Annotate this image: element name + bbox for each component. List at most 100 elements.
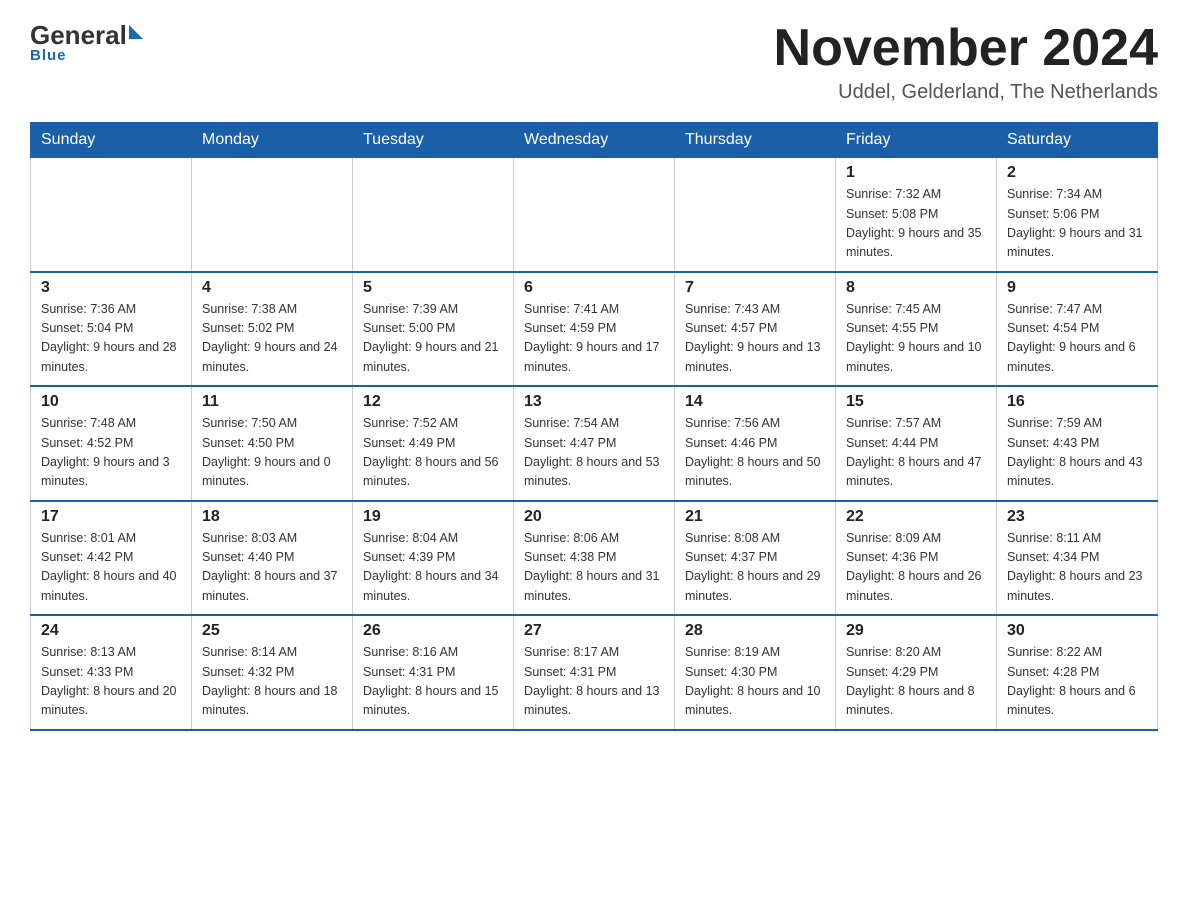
day-info: Sunrise: 7:41 AM Sunset: 4:59 PM Dayligh… — [524, 300, 664, 378]
day-number: 20 — [524, 508, 664, 526]
day-info: Sunrise: 7:32 AM Sunset: 5:08 PM Dayligh… — [846, 185, 986, 263]
calendar-cell: 27 Sunrise: 8:17 AM Sunset: 4:31 PM Dayli… — [514, 615, 675, 730]
calendar-cell — [353, 158, 514, 272]
calendar-cell: 3 Sunrise: 7:36 AM Sunset: 5:04 PM Daylig… — [31, 272, 192, 387]
day-info: Sunrise: 7:38 AM Sunset: 5:02 PM Dayligh… — [202, 300, 342, 378]
calendar-cell — [514, 158, 675, 272]
calendar-day-header: Wednesday — [514, 123, 675, 158]
calendar-cell: 6 Sunrise: 7:41 AM Sunset: 4:59 PM Daylig… — [514, 272, 675, 387]
day-info: Sunrise: 8:13 AM Sunset: 4:33 PM Dayligh… — [41, 643, 181, 721]
calendar-cell: 17 Sunrise: 8:01 AM Sunset: 4:42 PM Dayli… — [31, 501, 192, 616]
calendar-cell: 20 Sunrise: 8:06 AM Sunset: 4:38 PM Dayli… — [514, 501, 675, 616]
calendar-day-header: Friday — [836, 123, 997, 158]
logo: General Blue — [30, 20, 143, 64]
day-info: Sunrise: 7:56 AM Sunset: 4:46 PM Dayligh… — [685, 414, 825, 492]
day-number: 11 — [202, 393, 342, 411]
page-header: General Blue November 2024 Uddel, Gelder… — [30, 20, 1158, 104]
calendar-cell: 18 Sunrise: 8:03 AM Sunset: 4:40 PM Dayli… — [192, 501, 353, 616]
calendar-header-row: SundayMondayTuesdayWednesdayThursdayFrid… — [31, 123, 1158, 158]
day-info: Sunrise: 7:47 AM Sunset: 4:54 PM Dayligh… — [1007, 300, 1147, 378]
day-number: 15 — [846, 393, 986, 411]
day-number: 18 — [202, 508, 342, 526]
calendar-cell: 13 Sunrise: 7:54 AM Sunset: 4:47 PM Dayli… — [514, 386, 675, 501]
day-info: Sunrise: 8:09 AM Sunset: 4:36 PM Dayligh… — [846, 529, 986, 607]
day-info: Sunrise: 7:48 AM Sunset: 4:52 PM Dayligh… — [41, 414, 181, 492]
day-number: 24 — [41, 622, 181, 640]
day-info: Sunrise: 7:43 AM Sunset: 4:57 PM Dayligh… — [685, 300, 825, 378]
calendar-cell: 28Sunrise: 8:19 AM Sunset: 4:30 PM Dayli… — [675, 615, 836, 730]
calendar-cell: 10 Sunrise: 7:48 AM Sunset: 4:52 PM Dayli… — [31, 386, 192, 501]
day-info: Sunrise: 7:36 AM Sunset: 5:04 PM Dayligh… — [41, 300, 181, 378]
calendar-week-row: 10 Sunrise: 7:48 AM Sunset: 4:52 PM Dayli… — [31, 386, 1158, 501]
day-info: Sunrise: 8:03 AM Sunset: 4:40 PM Dayligh… — [202, 529, 342, 607]
calendar-cell: 14 Sunrise: 7:56 AM Sunset: 4:46 PM Dayli… — [675, 386, 836, 501]
day-number: 8 — [846, 279, 986, 297]
day-info: Sunrise: 8:06 AM Sunset: 4:38 PM Dayligh… — [524, 529, 664, 607]
calendar-day-header: Tuesday — [353, 123, 514, 158]
calendar-cell: 1 Sunrise: 7:32 AM Sunset: 5:08 PM Daylig… — [836, 158, 997, 272]
day-number: 5 — [363, 279, 503, 297]
month-title: November 2024 — [774, 20, 1158, 77]
day-info: Sunrise: 7:57 AM Sunset: 4:44 PM Dayligh… — [846, 414, 986, 492]
calendar-cell: 24 Sunrise: 8:13 AM Sunset: 4:33 PM Dayli… — [31, 615, 192, 730]
day-info: Sunrise: 7:34 AM Sunset: 5:06 PM Dayligh… — [1007, 185, 1147, 263]
calendar-week-row: 1 Sunrise: 7:32 AM Sunset: 5:08 PM Daylig… — [31, 158, 1158, 272]
calendar-day-header: Sunday — [31, 123, 192, 158]
day-number: 19 — [363, 508, 503, 526]
calendar-cell: 7 Sunrise: 7:43 AM Sunset: 4:57 PM Daylig… — [675, 272, 836, 387]
calendar-cell: 23Sunrise: 8:11 AM Sunset: 4:34 PM Dayli… — [997, 501, 1158, 616]
calendar-cell: 30 Sunrise: 8:22 AM Sunset: 4:28 PM Dayli… — [997, 615, 1158, 730]
day-info: Sunrise: 8:19 AM Sunset: 4:30 PM Dayligh… — [685, 643, 825, 721]
calendar-cell: 22 Sunrise: 8:09 AM Sunset: 4:36 PM Dayli… — [836, 501, 997, 616]
day-number: 21 — [685, 508, 825, 526]
calendar-cell: 19 Sunrise: 8:04 AM Sunset: 4:39 PM Dayli… — [353, 501, 514, 616]
day-number: 13 — [524, 393, 664, 411]
day-number: 26 — [363, 622, 503, 640]
calendar-cell — [192, 158, 353, 272]
calendar-body: 1 Sunrise: 7:32 AM Sunset: 5:08 PM Daylig… — [31, 158, 1158, 730]
day-info: Sunrise: 8:22 AM Sunset: 4:28 PM Dayligh… — [1007, 643, 1147, 721]
day-info: Sunrise: 8:01 AM Sunset: 4:42 PM Dayligh… — [41, 529, 181, 607]
day-number: 17 — [41, 508, 181, 526]
day-number: 14 — [685, 393, 825, 411]
calendar-week-row: 17 Sunrise: 8:01 AM Sunset: 4:42 PM Dayli… — [31, 501, 1158, 616]
location-subtitle: Uddel, Gelderland, The Netherlands — [774, 81, 1158, 104]
day-info: Sunrise: 7:45 AM Sunset: 4:55 PM Dayligh… — [846, 300, 986, 378]
day-number: 12 — [363, 393, 503, 411]
day-info: Sunrise: 8:04 AM Sunset: 4:39 PM Dayligh… — [363, 529, 503, 607]
day-info: Sunrise: 8:08 AM Sunset: 4:37 PM Dayligh… — [685, 529, 825, 607]
day-number: 9 — [1007, 279, 1147, 297]
day-info: Sunrise: 8:14 AM Sunset: 4:32 PM Dayligh… — [202, 643, 342, 721]
calendar-cell: 12Sunrise: 7:52 AM Sunset: 4:49 PM Dayli… — [353, 386, 514, 501]
calendar-day-header: Saturday — [997, 123, 1158, 158]
day-info: Sunrise: 7:54 AM Sunset: 4:47 PM Dayligh… — [524, 414, 664, 492]
day-number: 10 — [41, 393, 181, 411]
day-info: Sunrise: 8:16 AM Sunset: 4:31 PM Dayligh… — [363, 643, 503, 721]
day-number: 3 — [41, 279, 181, 297]
logo-blue-text: Blue — [30, 47, 67, 64]
day-number: 29 — [846, 622, 986, 640]
calendar-cell: 8 Sunrise: 7:45 AM Sunset: 4:55 PM Daylig… — [836, 272, 997, 387]
day-number: 27 — [524, 622, 664, 640]
calendar-cell: 29 Sunrise: 8:20 AM Sunset: 4:29 PM Dayli… — [836, 615, 997, 730]
calendar-cell: 16Sunrise: 7:59 AM Sunset: 4:43 PM Dayli… — [997, 386, 1158, 501]
day-number: 22 — [846, 508, 986, 526]
calendar-cell: 5 Sunrise: 7:39 AM Sunset: 5:00 PM Daylig… — [353, 272, 514, 387]
logo-triangle-icon — [129, 25, 143, 39]
calendar-cell: 2 Sunrise: 7:34 AM Sunset: 5:06 PM Daylig… — [997, 158, 1158, 272]
day-info: Sunrise: 8:11 AM Sunset: 4:34 PM Dayligh… — [1007, 529, 1147, 607]
day-info: Sunrise: 7:39 AM Sunset: 5:00 PM Dayligh… — [363, 300, 503, 378]
day-number: 30 — [1007, 622, 1147, 640]
day-number: 7 — [685, 279, 825, 297]
calendar-week-row: 3 Sunrise: 7:36 AM Sunset: 5:04 PM Daylig… — [31, 272, 1158, 387]
day-number: 1 — [846, 164, 986, 182]
day-info: Sunrise: 8:20 AM Sunset: 4:29 PM Dayligh… — [846, 643, 986, 721]
calendar-cell: 4Sunrise: 7:38 AM Sunset: 5:02 PM Daylig… — [192, 272, 353, 387]
calendar-day-header: Thursday — [675, 123, 836, 158]
day-number: 16 — [1007, 393, 1147, 411]
day-number: 2 — [1007, 164, 1147, 182]
day-info: Sunrise: 8:17 AM Sunset: 4:31 PM Dayligh… — [524, 643, 664, 721]
day-number: 6 — [524, 279, 664, 297]
calendar-cell: 15 Sunrise: 7:57 AM Sunset: 4:44 PM Dayli… — [836, 386, 997, 501]
calendar-cell: 21 Sunrise: 8:08 AM Sunset: 4:37 PM Dayli… — [675, 501, 836, 616]
